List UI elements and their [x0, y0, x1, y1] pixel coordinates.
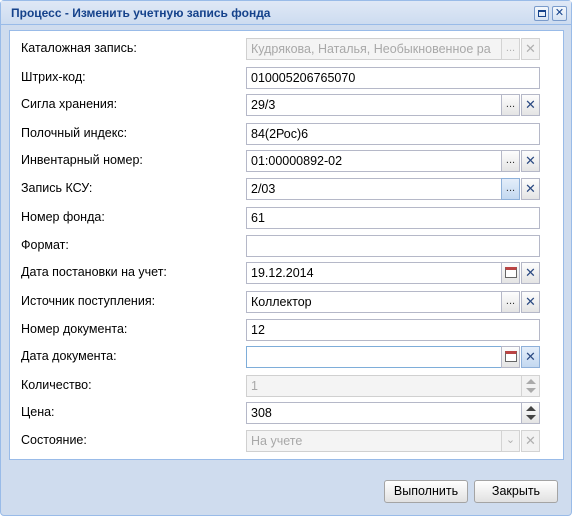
label-format: Формат:: [21, 238, 69, 252]
spin-down-icon[interactable]: [526, 415, 536, 420]
row-storage: Сигла хранения: 29/3 ... ✕: [10, 93, 563, 117]
ksu-clear-icon[interactable]: ✕: [521, 178, 540, 200]
chevron-down-icon[interactable]: ⌄: [501, 430, 520, 452]
label-ksu: Запись КСУ:: [21, 181, 93, 195]
row-state: Состояние: На учете ⌄ ✕: [10, 429, 563, 453]
row-fund-number: Номер фонда: 61: [10, 206, 563, 230]
label-price: Цена:: [21, 405, 55, 419]
doc-date-clear-icon[interactable]: ✕: [521, 346, 540, 368]
spin-up-icon[interactable]: [526, 379, 536, 384]
label-state: Состояние:: [21, 433, 87, 447]
label-reg-date: Дата постановки на учет:: [21, 265, 167, 279]
row-doc-date: Дата документа: ✕: [10, 345, 563, 369]
source-select-button[interactable]: ...: [501, 291, 520, 313]
fund-number-field[interactable]: 61: [246, 207, 540, 229]
state-select[interactable]: На учете: [246, 430, 502, 452]
source-field[interactable]: Коллектор: [246, 291, 502, 313]
label-doc-date: Дата документа:: [21, 349, 117, 363]
label-catalog: Каталожная запись:: [21, 41, 137, 55]
inventory-clear-icon[interactable]: ✕: [521, 150, 540, 172]
row-reg-date: Дата постановки на учет: 19.12.2014 ✕: [10, 261, 563, 285]
ksu-select-button[interactable]: ...: [501, 178, 520, 200]
dialog-window: Процесс - Изменить учетную запись фонда …: [0, 0, 572, 516]
source-clear-icon[interactable]: ✕: [521, 291, 540, 313]
doc-date-calendar-button[interactable]: [501, 346, 520, 368]
doc-number-field[interactable]: 12: [246, 319, 540, 341]
title-bar[interactable]: Процесс - Изменить учетную запись фонда …: [1, 1, 571, 25]
label-storage: Сигла хранения:: [21, 97, 118, 111]
shelf-field[interactable]: 84(2Рос)6: [246, 123, 540, 145]
run-button[interactable]: Выполнить: [384, 480, 468, 503]
format-field[interactable]: [246, 235, 540, 257]
catalog-field[interactable]: Кудрякова, Наталья, Необыкновенное ра: [246, 38, 502, 60]
label-shelf: Полочный индекс:: [21, 126, 128, 140]
row-price: Цена: 308: [10, 401, 563, 425]
close-button[interactable]: Закрыть: [474, 480, 558, 503]
price-field[interactable]: 308: [246, 402, 522, 424]
storage-clear-icon[interactable]: ✕: [521, 94, 540, 116]
ksu-field[interactable]: 2/03: [246, 178, 502, 200]
label-fund-number: Номер фонда:: [21, 210, 105, 224]
label-inventory: Инвентарный номер:: [21, 153, 143, 167]
row-quantity: Количество: 1: [10, 374, 563, 398]
close-icon[interactable]: ✕: [552, 6, 567, 21]
row-inventory: Инвентарный номер: 01:00000892-02 ... ✕: [10, 149, 563, 173]
row-barcode: Штрих-код: 010005206765070: [10, 66, 563, 90]
label-quantity: Количество:: [21, 378, 92, 392]
spin-down-icon[interactable]: [526, 388, 536, 393]
inventory-field[interactable]: 01:00000892-02: [246, 150, 502, 172]
quantity-field[interactable]: 1: [246, 375, 522, 397]
doc-date-field[interactable]: [246, 346, 502, 368]
row-source: Источник поступления: Коллектор ... ✕: [10, 290, 563, 314]
form-panel: Каталожная запись: Кудрякова, Наталья, Н…: [9, 30, 564, 460]
dialog-footer: Выполнить Закрыть: [1, 461, 571, 516]
calendar-icon: [505, 351, 517, 362]
catalog-select-button[interactable]: ...: [501, 38, 520, 60]
quantity-stepper[interactable]: [521, 375, 540, 397]
reg-date-calendar-button[interactable]: [501, 262, 520, 284]
storage-select-button[interactable]: ...: [501, 94, 520, 116]
label-source: Источник поступления:: [21, 294, 156, 308]
dialog-title: Процесс - Изменить учетную запись фонда: [11, 6, 271, 20]
row-doc-number: Номер документа: 12: [10, 318, 563, 342]
maximize-icon[interactable]: [534, 6, 549, 21]
row-catalog: Каталожная запись: Кудрякова, Наталья, Н…: [10, 37, 563, 61]
reg-date-field[interactable]: 19.12.2014: [246, 262, 502, 284]
spin-up-icon[interactable]: [526, 406, 536, 411]
row-ksu: Запись КСУ: 2/03 ... ✕: [10, 177, 563, 201]
inventory-select-button[interactable]: ...: [501, 150, 520, 172]
row-shelf: Полочный индекс: 84(2Рос)6: [10, 122, 563, 146]
row-format: Формат:: [10, 234, 563, 258]
calendar-icon: [505, 267, 517, 278]
barcode-field[interactable]: 010005206765070: [246, 67, 540, 89]
reg-date-clear-icon[interactable]: ✕: [521, 262, 540, 284]
storage-field[interactable]: 29/3: [246, 94, 502, 116]
price-stepper[interactable]: [521, 402, 540, 424]
catalog-clear-icon[interactable]: ✕: [521, 38, 540, 60]
label-barcode: Штрих-код:: [21, 70, 86, 84]
state-clear-icon[interactable]: ✕: [521, 430, 540, 452]
label-doc-number: Номер документа:: [21, 322, 128, 336]
